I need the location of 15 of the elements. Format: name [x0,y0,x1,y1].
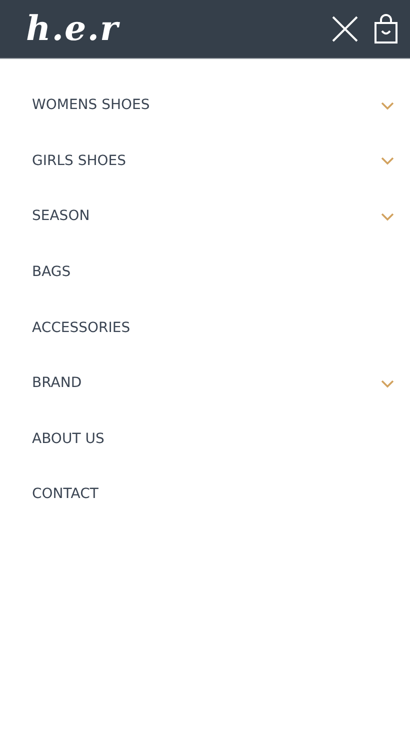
chevron-down-icon[interactable] [381,380,394,388]
menu-item[interactable]: BAGS [32,262,71,284]
menu-item[interactable]: CONTACT [32,484,98,506]
chevron-down-icon[interactable] [381,102,394,110]
menu-item[interactable]: WOMENS SHOES [32,95,150,116]
menu-item[interactable]: ACCESSORIES [32,318,130,339]
chevron-down-icon[interactable] [381,212,394,221]
menu-item[interactable]: BRAND [32,373,82,394]
close-icon[interactable] [332,16,358,42]
menu-item[interactable]: ABOUT US [32,428,104,450]
shopping-bag-icon[interactable] [374,14,398,44]
logo[interactable]: h.e.r [26,12,119,46]
menu-item[interactable]: SEASON [32,206,90,228]
menu-item[interactable]: GIRLS SHOES [32,150,126,172]
chevron-down-icon[interactable] [381,157,394,166]
